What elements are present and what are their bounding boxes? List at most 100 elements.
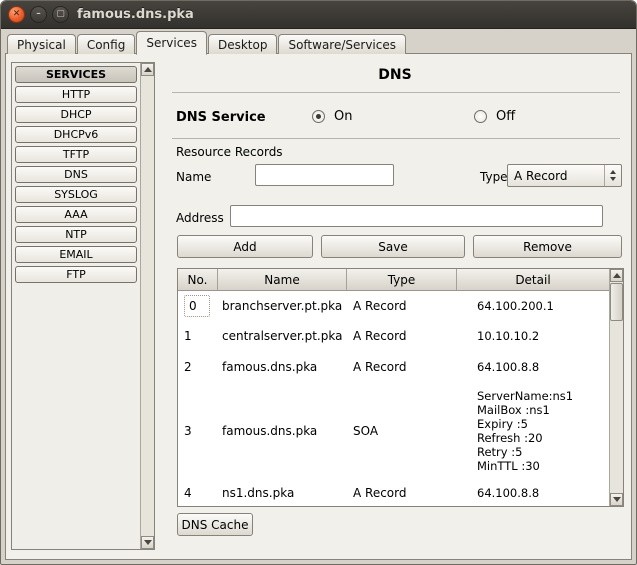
page-title: DNS — [378, 67, 412, 83]
dns-panel: DNS DNS Service On Off Resource Records … — [164, 54, 626, 559]
maximize-button[interactable]: ▢ — [52, 6, 69, 23]
dns-cache-button[interactable]: DNS Cache — [177, 513, 253, 536]
address-label: Address — [176, 211, 224, 225]
table-row[interactable]: 0 branchserver.pt.pka A Record 64.100.20… — [178, 291, 609, 321]
cell-type: A Record — [353, 299, 407, 313]
tab-config[interactable]: Config — [76, 34, 136, 54]
dns-on-radio[interactable]: On — [312, 109, 352, 124]
name-label: Name — [176, 170, 212, 184]
sidebar-item-ftp[interactable]: FTP — [15, 266, 137, 283]
sidebar-item-ntp[interactable]: NTP — [15, 226, 137, 243]
cell-type: A Record — [353, 329, 407, 343]
up-arrow-icon — [143, 67, 152, 72]
window-title: famous.dns.pka — [77, 7, 194, 22]
separator — [172, 138, 620, 139]
type-select-spinner[interactable] — [604, 165, 621, 186]
cell-name: famous.dns.pka — [222, 424, 318, 438]
save-button[interactable]: Save — [321, 235, 465, 258]
services-sidebar: SERVICES HTTP DHCP DHCPv6 TFTP DNS SYSLO… — [11, 62, 155, 550]
sidebar-item-http[interactable]: HTTP — [15, 86, 137, 103]
radio-off-icon — [474, 110, 487, 123]
table-header-type: Type — [347, 269, 457, 290]
sidebar-scroll-up-button[interactable] — [141, 63, 154, 76]
sidebar-item-dhcp[interactable]: DHCP — [15, 106, 137, 123]
cell-detail: 10.10.10.2 — [477, 329, 540, 343]
table-scrollbar[interactable] — [609, 269, 623, 506]
table-row[interactable]: 3 famous.dns.pka SOA ServerName:ns1 Mail… — [178, 383, 609, 479]
sidebar-item-dhcpv6[interactable]: DHCPv6 — [15, 126, 137, 143]
sidebar-item-syslog[interactable]: SYSLOG — [15, 186, 137, 203]
maximize-icon: ▢ — [56, 9, 65, 19]
cell-no: 0 — [178, 295, 218, 317]
up-arrow-icon — [612, 273, 621, 278]
name-input[interactable] — [255, 164, 394, 186]
separator — [172, 92, 620, 93]
tab-bar: Physical Config Services Desktop Softwar… — [7, 30, 406, 55]
sidebar-scroll-track[interactable] — [141, 76, 154, 536]
minimize-button[interactable]: – — [30, 6, 47, 23]
cell-detail: 64.100.200.1 — [477, 299, 554, 313]
cell-name: famous.dns.pka — [222, 360, 318, 374]
table-scroll-thumb[interactable] — [610, 283, 623, 321]
records-table: No. Name Type Detail 0 branchserver.pt.p… — [177, 268, 624, 507]
type-select-value: A Record — [514, 168, 568, 183]
table-header-row: No. Name Type Detail — [178, 269, 609, 291]
tab-desktop[interactable]: Desktop — [207, 34, 278, 54]
dns-off-radio[interactable]: Off — [474, 109, 515, 124]
down-arrow-icon — [143, 540, 152, 545]
services-list: SERVICES HTTP DHCP DHCPv6 TFTP DNS SYSLO… — [12, 63, 140, 549]
cell-type: SOA — [353, 424, 379, 438]
cell-no: 3 — [184, 424, 192, 438]
tab-physical[interactable]: Physical — [7, 34, 76, 54]
table-header-no: No. — [178, 269, 218, 290]
address-input[interactable] — [230, 205, 603, 227]
radio-on-icon — [312, 110, 325, 123]
cell-no: 1 — [184, 329, 192, 343]
table-scroll-down-button[interactable] — [610, 493, 623, 506]
cell-no-value: 0 — [184, 295, 210, 317]
table-header-detail: Detail — [515, 272, 551, 287]
spinner-down-icon — [610, 177, 616, 181]
tab-services[interactable]: Services — [136, 31, 207, 55]
close-icon: ✕ — [12, 9, 21, 19]
cell-detail: 64.100.8.8 — [477, 485, 540, 500]
add-button[interactable]: Add — [177, 235, 313, 258]
minimize-icon: – — [36, 9, 41, 19]
type-label: Type — [480, 170, 508, 184]
spinner-up-icon — [610, 170, 616, 174]
sidebar-header-services: SERVICES — [15, 66, 137, 83]
table-header-name: Name — [218, 269, 347, 290]
table-row[interactable]: 1 centralserver.pt.pka A Record 10.10.10… — [178, 321, 609, 351]
tab-software-services[interactable]: Software/Services — [278, 34, 406, 54]
titlebar: ✕ – ▢ famous.dns.pka — [1, 1, 636, 29]
cell-name: centralserver.pt.pka — [222, 329, 343, 343]
records-table-body: No. Name Type Detail 0 branchserver.pt.p… — [178, 269, 609, 506]
cell-detail: ServerName:ns1 MailBox :ns1 Expiry :5 Re… — [477, 389, 574, 473]
sidebar-item-tftp[interactable]: TFTP — [15, 146, 137, 163]
cell-detail: 64.100.8.8 — [477, 360, 540, 374]
cell-no: 2 — [184, 360, 192, 374]
dns-service-label: DNS Service — [176, 110, 266, 125]
table-row[interactable]: 2 famous.dns.pka A Record 64.100.8.8 — [178, 351, 609, 383]
type-select[interactable]: A Record — [507, 164, 622, 187]
cell-type: A Record — [353, 485, 407, 500]
content-panel: SERVICES HTTP DHCP DHCPv6 TFTP DNS SYSLO… — [5, 53, 632, 560]
dns-on-label: On — [334, 109, 353, 124]
table-row[interactable]: 4 ns1.dns.pka A Record 64.100.8.8 — [178, 479, 609, 506]
cell-no: 4 — [184, 485, 192, 500]
cell-type: A Record — [353, 360, 407, 374]
sidebar-item-aaa[interactable]: AAA — [15, 206, 137, 223]
window: ✕ – ▢ famous.dns.pka Physical Config Ser… — [0, 0, 637, 565]
dns-off-label: Off — [496, 109, 516, 124]
table-scroll-track[interactable] — [610, 282, 623, 493]
sidebar-item-email[interactable]: EMAIL — [15, 246, 137, 263]
cell-name: ns1.dns.pka — [222, 485, 295, 500]
cell-name: branchserver.pt.pka — [222, 299, 343, 313]
sidebar-scroll-down-button[interactable] — [141, 536, 154, 549]
sidebar-scrollbar[interactable] — [140, 63, 154, 549]
remove-button[interactable]: Remove — [473, 235, 622, 258]
close-button[interactable]: ✕ — [8, 6, 25, 23]
sidebar-item-dns[interactable]: DNS — [15, 166, 137, 183]
resource-records-label: Resource Records — [176, 145, 283, 159]
table-scroll-up-button[interactable] — [610, 269, 623, 282]
